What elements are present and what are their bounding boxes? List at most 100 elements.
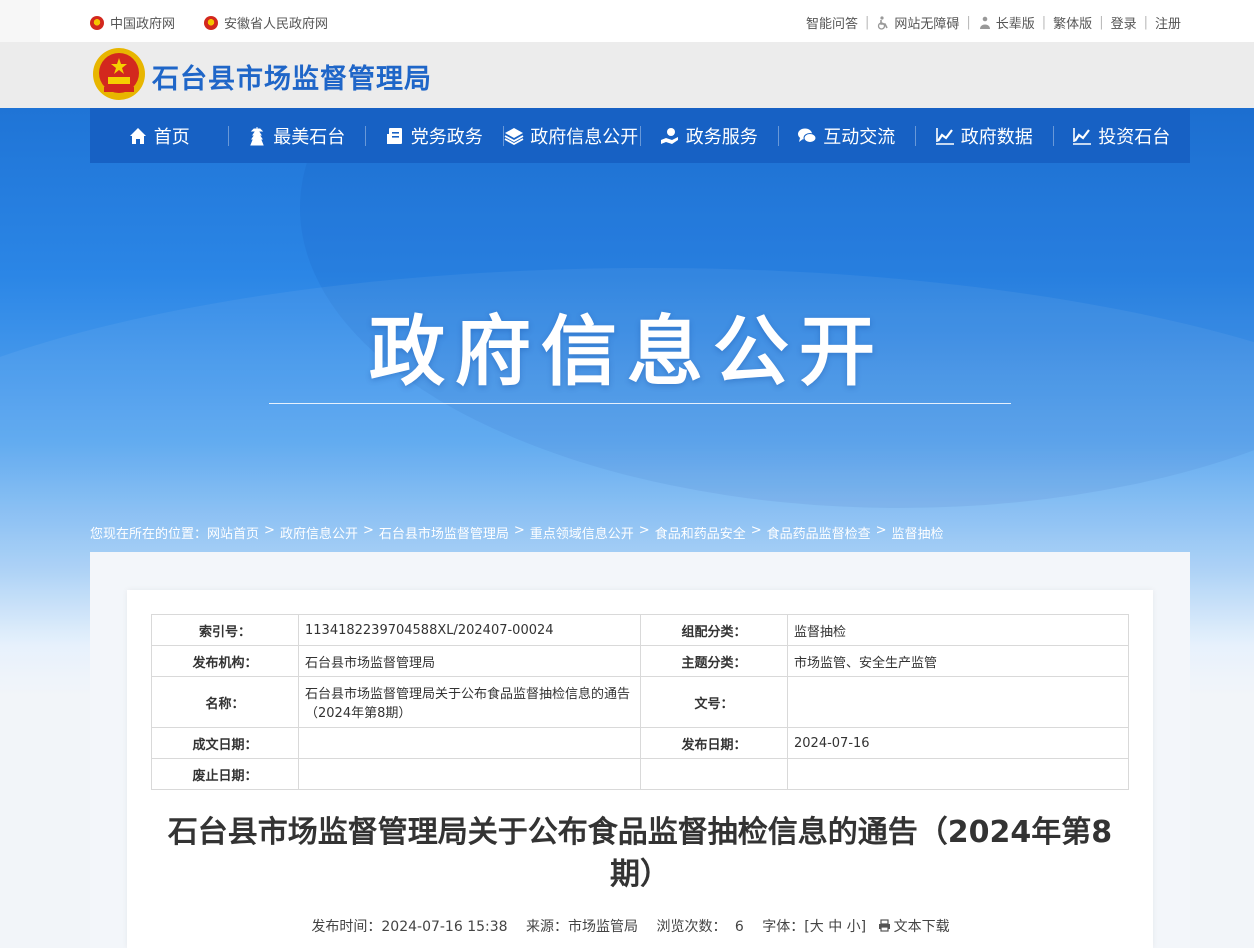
source: 来源：市场监管局 xyxy=(526,919,639,935)
nav-item-label: 政府信息公开 xyxy=(530,126,639,148)
home-icon xyxy=(129,127,146,144)
smart-qa-link[interactable]: 智能问答 xyxy=(806,13,858,32)
docno-value xyxy=(787,676,1129,728)
view-count-value: 6 xyxy=(734,919,744,935)
topic-label: 主题分类： xyxy=(640,645,788,677)
layers-icon xyxy=(504,127,524,145)
login-link[interactable]: 登录 xyxy=(1111,13,1137,32)
document-icon xyxy=(386,127,402,144)
breadcrumb-separator: > xyxy=(513,523,525,538)
chart-icon xyxy=(1073,127,1092,145)
nav-item-interaction[interactable]: 互动交流 xyxy=(777,108,916,163)
national-emblem-icon xyxy=(90,15,104,30)
divider: | xyxy=(1041,15,1047,30)
nav-item-party-affairs[interactable]: 党务政务 xyxy=(365,108,503,163)
traditional-chinese-link[interactable]: 繁体版 xyxy=(1053,13,1092,32)
breadcrumb-item[interactable]: 监督抽检 xyxy=(892,523,944,542)
text-download-link[interactable]: 文本下载 xyxy=(878,919,950,935)
nav-item-gov-info-public[interactable]: 政府信息公开 xyxy=(502,108,641,163)
table-row: 名称： 石台县市场监督管理局关于公布食品监督抽检信息的通告（2024年第8期） … xyxy=(151,676,1129,728)
elder-mode-link[interactable]: 长辈版 xyxy=(978,13,1035,32)
site-title[interactable]: 石台县市场监督管理局 xyxy=(152,57,432,96)
font-medium-button[interactable]: 中 xyxy=(828,919,842,935)
nav-item-gov-data[interactable]: 政府数据 xyxy=(915,108,1053,163)
category-value: 监督抽检 xyxy=(787,614,1129,646)
table-row: 索引号： 1134182239704588XL/202407-00024 组配分… xyxy=(151,614,1129,646)
accessibility-link-label: 网站无障碍 xyxy=(894,17,960,32)
font-size-controls: 字体：[大 中 小] xyxy=(762,919,866,935)
nav-item-label: 政务服务 xyxy=(685,126,758,148)
national-emblem-icon xyxy=(204,15,218,30)
nav-item-invest-shitai[interactable]: 投资石台 xyxy=(1052,108,1191,163)
abolished-date-value xyxy=(298,758,641,790)
view-count-label: 浏览次数： xyxy=(656,919,727,935)
nav-item-gov-services[interactable]: 政务服务 xyxy=(640,108,778,163)
publisher-value: 石台县市场监督管理局 xyxy=(298,645,641,677)
top-right-links: 智能问答 | 网站无障碍 | 长辈版 | 繁体版 | 登录 | 注册 xyxy=(806,13,1181,32)
gov-cn-link-label: 中国政府网 xyxy=(110,17,176,32)
breadcrumb-item[interactable]: 网站首页 xyxy=(207,523,259,542)
document-meta-table: 索引号： 1134182239704588XL/202407-00024 组配分… xyxy=(151,614,1129,790)
national-emblem-icon xyxy=(93,48,145,100)
nav-item-label: 互动交流 xyxy=(823,126,896,148)
breadcrumb-prefix: 您现在所在的位置： xyxy=(90,527,208,542)
print-icon xyxy=(878,919,890,932)
table-row: 成文日期： 发布日期： 2024-07-16 xyxy=(151,727,1129,759)
text-download-label: 文本下载 xyxy=(893,919,950,935)
hand-service-icon xyxy=(660,127,678,144)
breadcrumb-separator: > xyxy=(875,523,887,538)
index-label: 索引号： xyxy=(151,614,299,646)
index-value: 1134182239704588XL/202407-00024 xyxy=(298,614,641,646)
nav-item-beautiful-shitai[interactable]: 最美石台 xyxy=(227,108,366,163)
font-large-button[interactable]: 大 xyxy=(810,919,824,935)
font-size-label: 字体：[ xyxy=(762,919,810,935)
abolished-date-label: 废止日期： xyxy=(151,758,299,790)
breadcrumb-item[interactable]: 重点领域信息公开 xyxy=(530,523,634,542)
nav-item-label: 投资石台 xyxy=(1098,126,1171,148)
anhui-gov-link-label: 安徽省人民政府网 xyxy=(224,17,329,32)
created-date-value xyxy=(298,727,641,759)
chat-icon xyxy=(798,128,817,143)
anhui-gov-link[interactable]: 安徽省人民政府网 xyxy=(204,13,328,32)
empty-cell xyxy=(640,758,788,790)
docno-label: 文号： xyxy=(640,676,788,728)
breadcrumb: 您现在所在的位置： 网站首页 > 政府信息公开 > 石台县市场监督管理局 > 重… xyxy=(90,523,944,542)
breadcrumb-item[interactable]: 食品和药品安全 xyxy=(655,523,746,542)
divider: | xyxy=(1099,15,1104,30)
nav-item-label: 首页 xyxy=(153,126,190,148)
chart-icon xyxy=(935,127,954,145)
breadcrumb-separator: > xyxy=(264,523,275,538)
font-size-close: ] xyxy=(860,919,867,935)
document-info-bar: 发布时间：2024-07-16 15:38 来源：市场监管局 浏览次数： 6 字… xyxy=(0,916,1254,936)
gov-cn-link[interactable]: 中国政府网 xyxy=(90,13,175,32)
publisher-label: 发布机构： xyxy=(151,645,299,677)
breadcrumb-item[interactable]: 政府信息公开 xyxy=(280,523,358,542)
created-date-label: 成文日期： xyxy=(151,727,299,759)
accessibility-link[interactable]: 网站无障碍 xyxy=(876,13,959,32)
name-value: 石台县市场监督管理局关于公布食品监督抽检信息的通告（2024年第8期） xyxy=(298,676,641,728)
published-date-value: 2024-07-16 xyxy=(787,727,1129,759)
document-title: 石台县市场监督管理局关于公布食品监督抽检信息的通告（2024年第8期） xyxy=(167,815,1113,892)
banner-divider xyxy=(269,403,1011,404)
elder-person-icon xyxy=(979,16,990,29)
name-label: 名称： xyxy=(151,676,299,728)
table-row: 废止日期： xyxy=(151,758,1129,790)
register-link[interactable]: 注册 xyxy=(1155,13,1181,32)
divider: | xyxy=(864,15,870,30)
nav-item-label: 最美石台 xyxy=(273,126,346,148)
breadcrumb-separator: > xyxy=(362,523,374,538)
category-label: 组配分类： xyxy=(640,614,788,646)
topic-value: 市场监管、安全生产监管 xyxy=(787,645,1129,677)
elder-mode-label: 长辈版 xyxy=(995,17,1035,32)
breadcrumb-item[interactable]: 食品药品监督检查 xyxy=(767,523,871,542)
table-row: 发布机构： 石台县市场监督管理局 主题分类： 市场监管、安全生产监管 xyxy=(151,645,1129,677)
breadcrumb-item[interactable]: 石台县市场监督管理局 xyxy=(379,523,509,542)
divider: | xyxy=(966,15,971,30)
publish-time: 发布时间：2024-07-16 15:38 xyxy=(311,919,508,935)
font-small-button[interactable]: 小 xyxy=(847,919,861,935)
wheelchair-icon xyxy=(878,16,889,30)
nav-item-label: 党务政务 xyxy=(410,126,483,148)
nav-item-home[interactable]: 首页 xyxy=(90,108,228,163)
breadcrumb-separator: > xyxy=(750,523,762,538)
view-count: 浏览次数： 6 xyxy=(656,919,743,935)
